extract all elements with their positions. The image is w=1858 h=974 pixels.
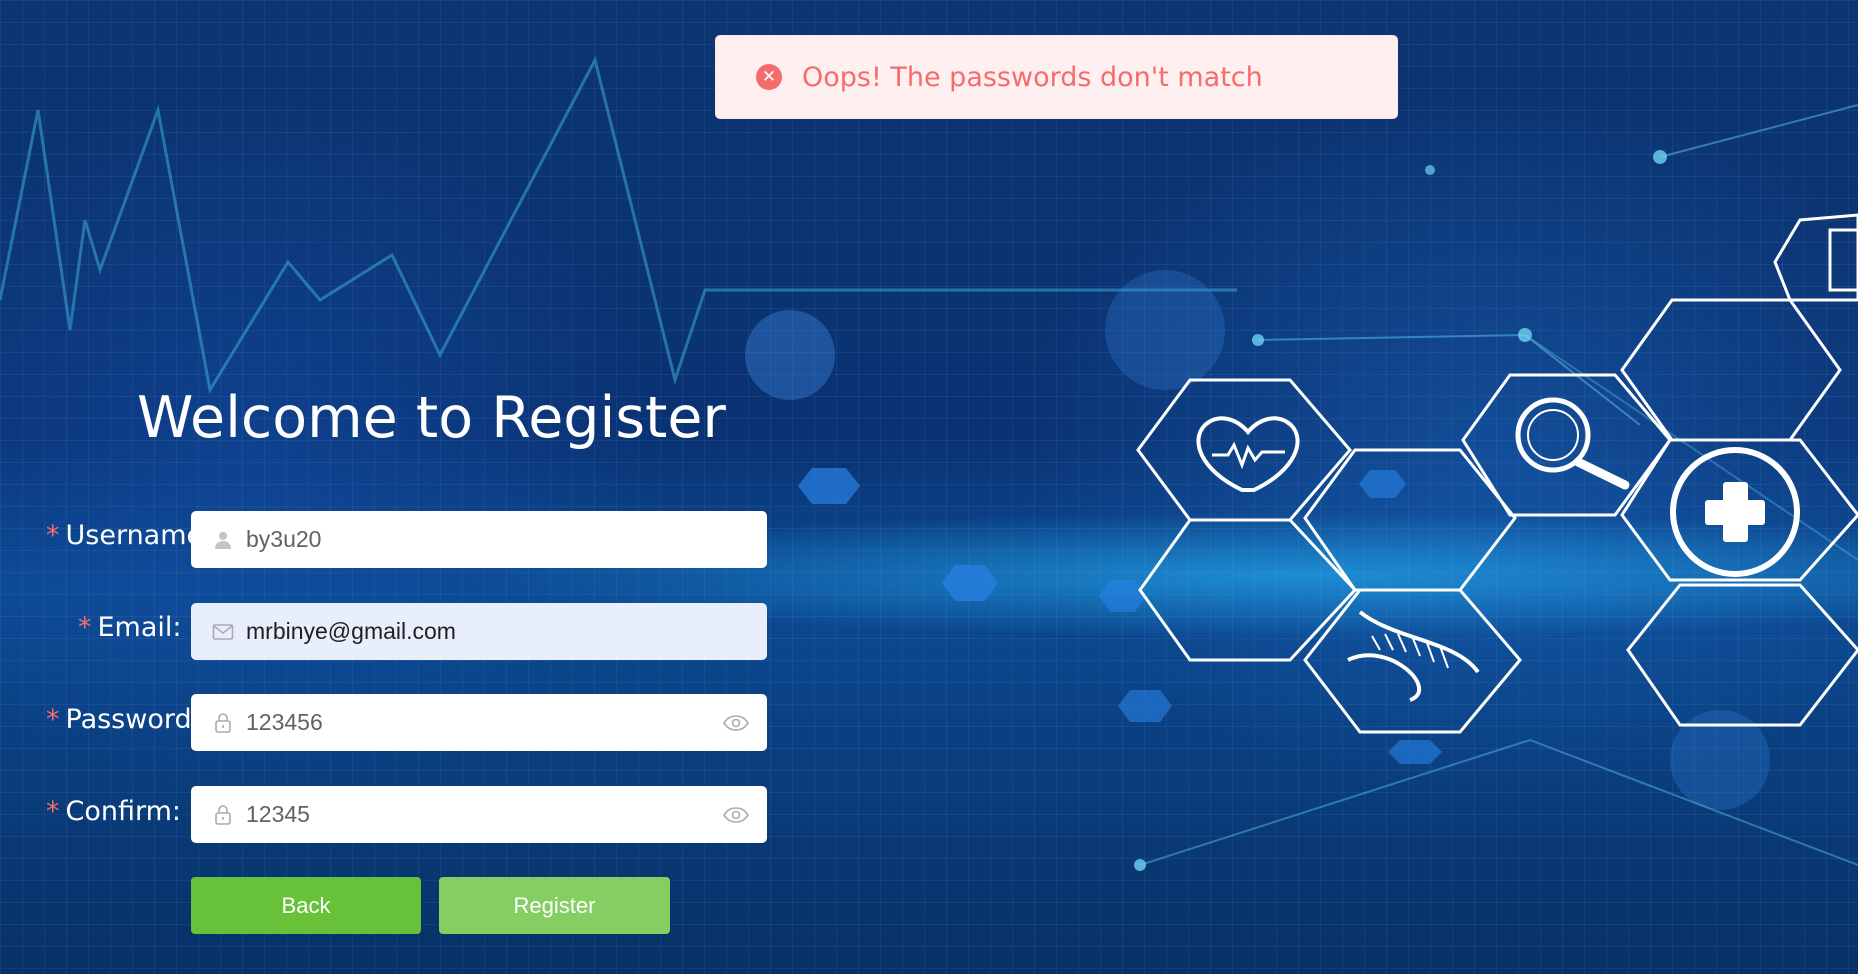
page-title: Welcome to Register xyxy=(137,385,726,451)
confirm-input[interactable] xyxy=(246,786,696,843)
required-mark: * xyxy=(46,796,60,827)
lock-icon xyxy=(211,786,235,843)
toast-message: Oops! The passwords don't match xyxy=(802,61,1263,93)
close-circle-icon: ✕ xyxy=(756,64,782,90)
password-label: * Password: xyxy=(46,704,201,735)
required-mark: * xyxy=(46,704,60,735)
required-mark: * xyxy=(78,612,92,643)
password-field[interactable] xyxy=(191,694,767,751)
confirm-field[interactable] xyxy=(191,786,767,843)
register-button[interactable]: Register xyxy=(439,877,670,934)
required-mark: * xyxy=(46,520,60,551)
eye-icon[interactable] xyxy=(721,786,751,843)
username-input[interactable] xyxy=(246,511,696,568)
error-toast: ✕ Oops! The passwords don't match xyxy=(715,35,1398,119)
eye-icon[interactable] xyxy=(721,694,751,751)
lock-icon xyxy=(211,694,235,751)
user-icon xyxy=(211,511,235,568)
email-input[interactable] xyxy=(246,603,696,660)
back-button[interactable]: Back xyxy=(191,877,421,934)
password-input[interactable] xyxy=(246,694,696,751)
username-field[interactable] xyxy=(191,511,767,568)
email-field[interactable] xyxy=(191,603,767,660)
username-label: * Username: xyxy=(46,520,213,551)
confirm-label: * Confirm: xyxy=(46,796,182,827)
email-label: * Email: xyxy=(78,612,182,643)
mail-icon xyxy=(211,603,235,660)
